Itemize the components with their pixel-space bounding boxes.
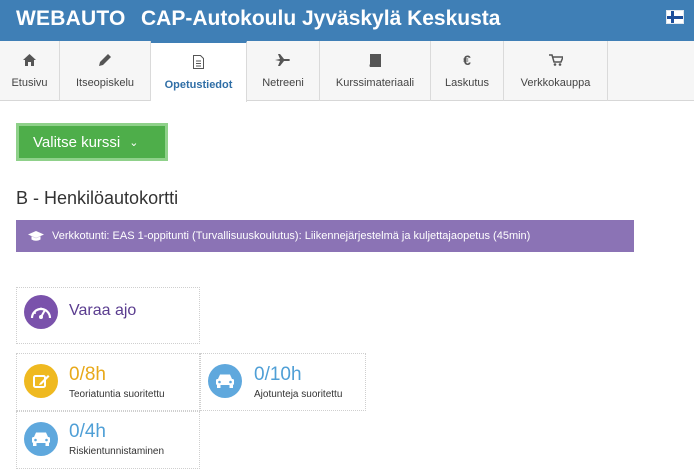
tab-label: Verkkokauppa <box>520 77 591 89</box>
finnish-flag-icon[interactable] <box>666 10 684 24</box>
tab-laskutus[interactable]: € Laskutus <box>431 41 504 101</box>
tab-label: Itseopiskelu <box>75 77 135 89</box>
banner-text: Verkkotunti: EAS 1-oppitunti (Turvallisu… <box>52 230 531 242</box>
risk-progress-value: 0/4h <box>69 421 106 442</box>
tab-label: Kurssimateriaali <box>335 77 415 89</box>
driving-progress-label: Ajotunteja suoritettu <box>254 389 343 400</box>
airplane-icon <box>247 53 319 67</box>
theory-stat-card <box>16 353 200 411</box>
tab-label: Etusivu <box>11 77 48 89</box>
next-lesson-banner[interactable]: Verkkotunti: EAS 1-oppitunti (Turvallisu… <box>16 220 634 252</box>
document-icon <box>151 55 246 69</box>
main-nav: Etusivu Itseopiskelu Opetustiedot Netree… <box>0 41 694 102</box>
pencil-icon <box>60 53 150 67</box>
graduation-cap-icon <box>28 230 46 242</box>
book-drive-label[interactable]: Varaa ajo <box>69 302 136 320</box>
driving-progress-value: 0/10h <box>254 364 302 385</box>
top-bar: WEBAUTO CAP-Autokoulu Jyväskylä Keskusta <box>0 0 694 41</box>
tab-label: Netreeni <box>262 77 304 89</box>
car-icon <box>208 364 242 398</box>
theory-progress-value: 0/8h <box>69 364 106 385</box>
risk-progress-label: Riskientunnistaminen <box>69 446 165 457</box>
car-icon <box>24 422 58 456</box>
euro-icon: € <box>463 52 471 68</box>
tab-verkkokauppa[interactable]: Verkkokauppa <box>504 41 608 101</box>
tab-etusivu[interactable]: Etusivu <box>0 41 60 101</box>
tab-label: Opetustiedot <box>164 79 233 91</box>
tab-kurssimateriaali[interactable]: Kurssimateriaali <box>320 41 431 101</box>
site-title: CAP-Autokoulu Jyväskylä Keskusta <box>141 7 501 30</box>
home-icon <box>0 53 59 67</box>
book-icon <box>320 53 430 67</box>
tab-netreeni[interactable]: Netreeni <box>247 41 320 101</box>
risk-stat-card <box>16 411 200 469</box>
tab-opetustiedot[interactable]: Opetustiedot <box>151 41 247 102</box>
tab-label: Laskutus <box>444 77 490 89</box>
select-course-button[interactable]: Valitse kurssi ⌄ <box>16 123 168 161</box>
select-course-label: Valitse kurssi <box>33 133 121 151</box>
tab-itseopiskelu[interactable]: Itseopiskelu <box>60 41 151 101</box>
speedometer-icon <box>24 295 58 329</box>
brand-logo[interactable]: WEBAUTO <box>16 7 126 31</box>
edit-icon <box>24 364 58 398</box>
cart-icon <box>504 53 607 67</box>
chevron-down-icon: ⌄ <box>129 136 139 149</box>
theory-progress-label: Teoriatuntia suoritettu <box>69 389 165 400</box>
page-title: B - Henkilöautokortti <box>16 188 179 208</box>
